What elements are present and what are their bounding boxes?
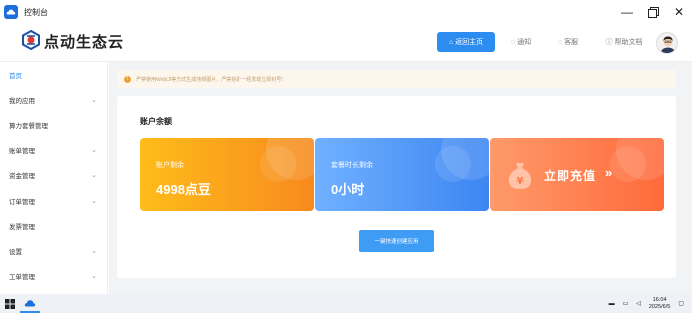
chevron-down-icon: ⌄	[91, 147, 97, 155]
balance-label: 账户剩余	[156, 162, 184, 169]
notification-icon[interactable]: ▢	[678, 300, 684, 307]
warning-icon: !	[124, 75, 131, 83]
sidebar-item-invoices[interactable]: 发票管理	[0, 213, 107, 238]
clock-time: 16:04	[652, 296, 667, 303]
os-taskbar: ▬ ▭ ◁ 16:04 2025/6/5 ▢	[0, 294, 692, 313]
sidebar-item-label: 工单管理	[9, 274, 35, 282]
brand-logo[interactable]: 点动生态云	[20, 29, 125, 52]
help-label: 帮助文档	[614, 39, 643, 46]
sidebar-item-home[interactable]: 首页	[0, 62, 107, 87]
sidebar-item-orders[interactable]: 订单管理 ⌄	[0, 188, 107, 213]
minimize-icon[interactable]: —	[614, 0, 640, 24]
service-button[interactable]: ◌ 客服	[556, 32, 580, 52]
double-chevron-right-icon: »	[605, 165, 613, 180]
network-icon[interactable]: ▭	[623, 300, 629, 307]
account-balance-panel: 账户余额 账户剩余 4998点豆 套餐时长剩余 0小时 ¥ 立即充值 » 一键快…	[117, 96, 676, 278]
recharge-label: 立即充值	[544, 169, 597, 183]
sidebar-item-label: 算力套餐管理	[9, 122, 48, 130]
warning-notice: ! 严禁使用WebUI等方式生成违规图片、严禁挖矿一经发现立即封号!	[117, 70, 676, 88]
main-content: ! 严禁使用WebUI等方式生成违规图片、严禁挖矿一经发现立即封号! 账户余额 …	[109, 62, 692, 294]
window-titlebar: 控制台 — ✕	[0, 0, 692, 24]
home-icon: ⌂	[448, 38, 454, 46]
sidebar-item-label: 资金管理	[9, 173, 35, 181]
notify-button[interactable]: ◌ 通知	[508, 32, 534, 52]
plan-time-card: 套餐时长剩余 0小时	[315, 138, 489, 211]
windows-start-icon[interactable]	[0, 294, 20, 313]
volume-icon[interactable]: ◁	[636, 300, 641, 307]
service-label: 客服	[564, 39, 579, 46]
app-header: 点动生态云 ⌂ 返回主页 ◌ 通知 ◌ 客服 ⓘ 帮助文档	[0, 24, 692, 62]
recharge-card[interactable]: ¥ 立即充值 »	[490, 138, 664, 211]
help-icon: ⓘ	[605, 39, 613, 46]
balance-value: 4998点豆	[156, 182, 211, 197]
brand-name: 点动生态云	[44, 33, 125, 51]
sidebar-item-label: 我的应用	[9, 97, 35, 105]
plan-time-value: 0小时	[331, 182, 365, 197]
sidebar: 首页 我的应用 ⌄ 算力套餐管理 账单管理 ⌄ 资金管理 ⌄ 订单管理 ⌄ 发票…	[0, 62, 108, 294]
sidebar-item-label: 设置	[9, 248, 22, 256]
chevron-down-icon: ⌄	[91, 96, 97, 104]
sidebar-item-tickets[interactable]: 工单管理 ⌄	[0, 264, 107, 289]
sidebar-item-label: 订单管理	[9, 198, 35, 206]
sidebar-item-funds[interactable]: 资金管理 ⌄	[0, 163, 107, 188]
taskbar-app-cloud-icon[interactable]	[20, 294, 40, 313]
user-avatar[interactable]	[656, 32, 678, 54]
window-title: 控制台	[24, 7, 48, 17]
chevron-down-icon: ⌄	[91, 273, 97, 281]
sidebar-item-my-apps[interactable]: 我的应用 ⌄	[0, 87, 107, 112]
taskbar-clock[interactable]: 16:04 2025/6/5	[649, 297, 670, 311]
close-icon[interactable]: ✕	[666, 0, 692, 24]
headset-icon: ◌	[557, 38, 563, 46]
help-docs-button[interactable]: ⓘ 帮助文档	[604, 32, 644, 52]
sidebar-item-label: 发票管理	[9, 223, 35, 231]
chevron-down-icon: ⌄	[91, 172, 97, 180]
balance-card: 账户剩余 4998点豆	[140, 138, 314, 211]
clock-date: 2025/6/5	[648, 303, 671, 310]
sidebar-item-label: 账单管理	[9, 148, 35, 156]
sidebar-item-billing[interactable]: 账单管理 ⌄	[0, 138, 107, 163]
chevron-down-icon: ⌄	[91, 197, 97, 205]
home-button-label: 返回主页	[455, 39, 484, 46]
brand-logo-icon	[20, 29, 42, 52]
svg-text:¥: ¥	[517, 176, 524, 187]
app-cloud-icon	[4, 5, 18, 19]
panel-title: 账户余额	[140, 117, 172, 126]
money-bag-icon: ¥	[506, 160, 534, 190]
warning-text: 严禁使用WebUI等方式生成违规图片、严禁挖矿一经发现立即封号!	[136, 76, 283, 83]
system-tray: ▬ ▭ ◁ 16:04 2025/6/5 ▢	[609, 294, 684, 313]
plan-time-label: 套餐时长剩余	[331, 162, 373, 169]
maximize-icon[interactable]	[640, 0, 666, 24]
battery-icon[interactable]: ▬	[609, 301, 615, 307]
home-button[interactable]: ⌂ 返回主页	[437, 32, 495, 52]
bell-icon: ◌	[510, 38, 516, 46]
sidebar-item-settings[interactable]: 设置 ⌄	[0, 238, 107, 263]
quick-create-app-button[interactable]: 一键快速创建应用	[359, 230, 434, 252]
notify-label: 通知	[517, 39, 532, 46]
sidebar-item-compute-plans[interactable]: 算力套餐管理	[0, 112, 107, 137]
chevron-down-icon: ⌄	[91, 247, 97, 255]
sidebar-item-label: 首页	[9, 72, 22, 80]
